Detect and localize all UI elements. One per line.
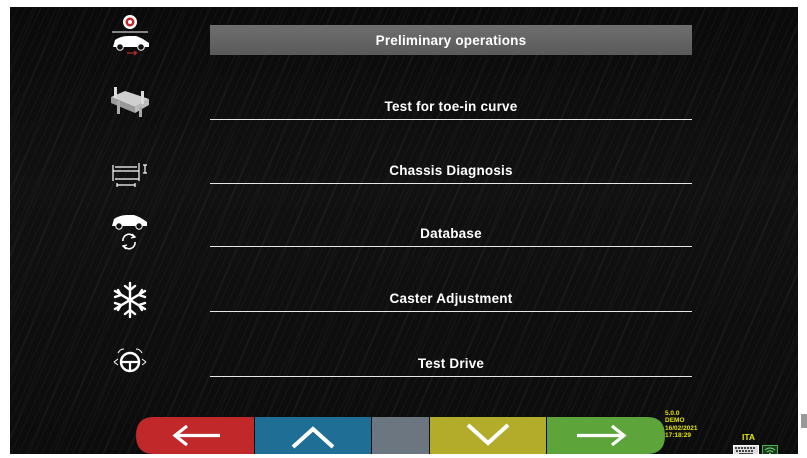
- menu-item-label: Chassis Diagnosis: [389, 163, 513, 178]
- wifi-icon: [762, 443, 778, 454]
- steering-wheel-icon: [105, 341, 155, 385]
- menu-item-test-for-toe-in-curve[interactable]: Test for toe-in curve: [210, 88, 692, 120]
- forward-button[interactable]: [547, 417, 665, 454]
- back-button[interactable]: [136, 417, 254, 454]
- menu-divider: [210, 311, 692, 312]
- menu-divider: [210, 376, 692, 377]
- menu-item-label: Test Drive: [417, 356, 485, 371]
- mode-text: DEMO: [665, 417, 685, 425]
- lift-ramp-icon: [105, 77, 155, 121]
- menu-item-preliminary-operations[interactable]: Preliminary operations: [210, 25, 692, 55]
- menu-item-label: Caster Adjustment: [389, 291, 513, 306]
- time-text: 17:18:29: [665, 431, 692, 439]
- snowflake-icon: [105, 277, 155, 321]
- chassis-measure-icon: [105, 147, 155, 191]
- menu-divider: [210, 246, 692, 247]
- menu-item-test-drive[interactable]: Test Drive: [210, 345, 692, 377]
- menu-item-chassis-diagnosis[interactable]: Chassis Diagnosis: [210, 152, 692, 184]
- menu-divider: [210, 183, 692, 184]
- menu-item-database[interactable]: Database: [210, 215, 692, 247]
- scroll-down-button[interactable]: [430, 417, 546, 454]
- keyboard-icon[interactable]: [733, 443, 759, 454]
- menu-item-label: Test for toe-in curve: [384, 99, 518, 114]
- wheel-car-icon: [105, 13, 155, 57]
- menu-item-caster-adjustment[interactable]: Caster Adjustment: [210, 280, 692, 312]
- date-text: 16/02/2021: [665, 424, 698, 432]
- app-screen: Preliminary operations Test for toe-in c…: [10, 7, 798, 454]
- car-sync-icon: [105, 209, 155, 253]
- version-text: 5.0.0: [665, 410, 680, 417]
- window-edge-tab: [800, 414, 807, 428]
- chevron-up-icon: [291, 426, 335, 449]
- menu-item-label: Preliminary operations: [375, 33, 527, 48]
- scroll-up-button[interactable]: [255, 417, 371, 454]
- menu-divider: [210, 119, 692, 120]
- status-info: 5.0.0 DEMO 16/02/2021 17:18:29: [665, 410, 698, 439]
- blank-button: [372, 417, 429, 454]
- menu-item-label: Database: [420, 226, 482, 241]
- language-indicator[interactable]: ITA: [742, 432, 755, 442]
- chevron-down-icon: [466, 423, 510, 446]
